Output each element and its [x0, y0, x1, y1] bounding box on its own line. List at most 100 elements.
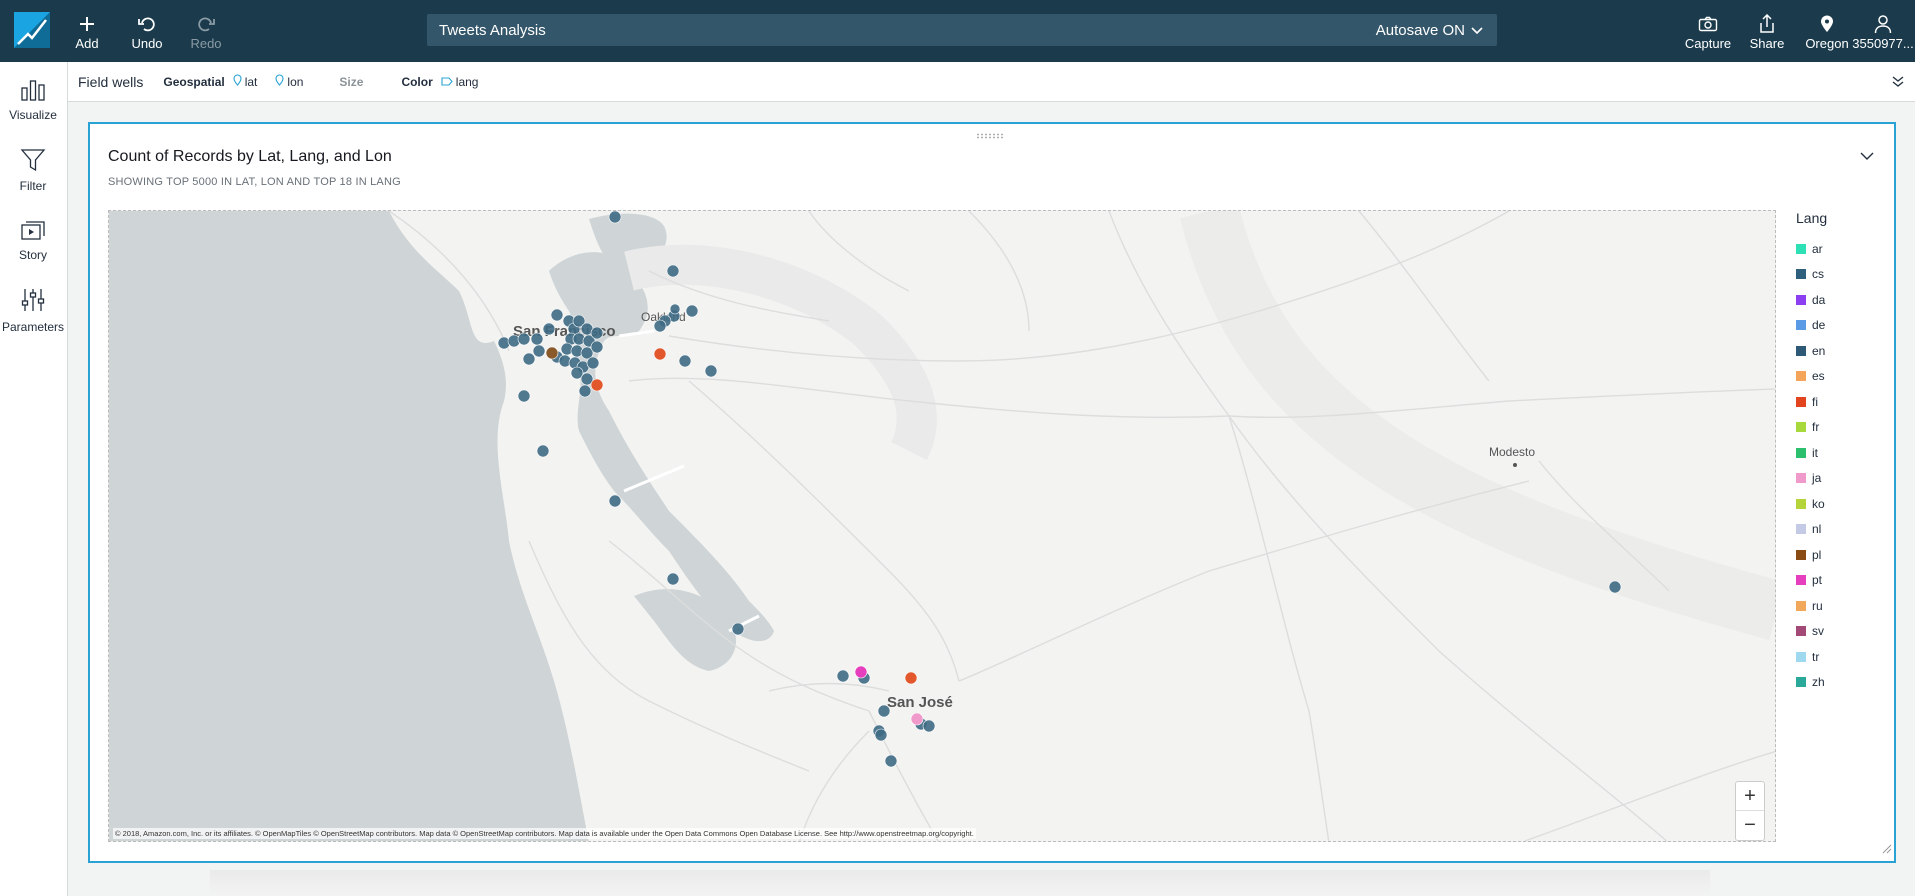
data-point[interactable]: [910, 712, 924, 726]
field-wells-label[interactable]: Field wells: [78, 74, 143, 90]
sidebar-item-parameters[interactable]: Parameters: [0, 280, 66, 340]
data-point[interactable]: [874, 728, 888, 742]
data-point[interactable]: [1608, 580, 1622, 594]
sidebar-item-filter[interactable]: Filter: [0, 140, 66, 200]
legend-item-cs[interactable]: cs: [1796, 262, 1886, 288]
data-point[interactable]: [517, 332, 531, 346]
data-point[interactable]: [578, 384, 592, 398]
legend-item-tr[interactable]: tr: [1796, 644, 1886, 670]
data-point[interactable]: [590, 326, 604, 340]
visual-title[interactable]: Count of Records by Lat, Lang, and Lon: [108, 148, 392, 166]
data-point[interactable]: [586, 356, 600, 370]
capture-label: Capture: [1684, 35, 1732, 51]
autosave-dropdown[interactable]: Autosave ON: [1376, 22, 1483, 39]
redo-button[interactable]: Redo: [189, 0, 223, 62]
data-point[interactable]: [653, 347, 667, 361]
sidebar-item-visualize[interactable]: Visualize: [0, 70, 66, 130]
data-point[interactable]: [532, 344, 546, 358]
data-point[interactable]: [608, 494, 622, 508]
capture-button[interactable]: Capture: [1683, 0, 1733, 62]
data-point[interactable]: [517, 389, 531, 403]
geospatial-well[interactable]: Geospatial lat lon: [163, 74, 303, 89]
data-point[interactable]: [884, 754, 898, 768]
data-point[interactable]: [922, 719, 936, 733]
legend-label: fi: [1812, 394, 1818, 409]
visual-card[interactable]: Count of Records by Lat, Lang, and Lon S…: [88, 122, 1896, 863]
legend-item-ar[interactable]: ar: [1796, 236, 1886, 262]
map-label-modesto: Modesto: [1489, 445, 1535, 459]
analysis-title-field[interactable]: Tweets Analysis Autosave ON: [427, 14, 1497, 46]
legend-item-pl[interactable]: pl: [1796, 542, 1886, 568]
legend-item-pt[interactable]: pt: [1796, 568, 1886, 594]
share-button[interactable]: Share: [1747, 0, 1787, 62]
data-point[interactable]: [550, 308, 564, 322]
legend-item-de[interactable]: de: [1796, 313, 1886, 339]
data-point[interactable]: [877, 704, 891, 718]
autosave-label: Autosave ON: [1375, 22, 1465, 39]
data-point[interactable]: [836, 669, 850, 683]
data-point[interactable]: [854, 665, 868, 679]
legend-label: da: [1812, 292, 1826, 307]
plus-icon: [78, 12, 96, 36]
zoom-in-button[interactable]: +: [1736, 782, 1764, 811]
expand-field-wells-icon[interactable]: [1891, 74, 1905, 91]
zoom-out-button[interactable]: −: [1736, 811, 1764, 840]
visual-menu-chevron-icon[interactable]: [1860, 148, 1874, 166]
legend-item-es[interactable]: es: [1796, 364, 1886, 390]
data-point[interactable]: [545, 346, 559, 360]
data-point[interactable]: [731, 622, 745, 636]
lon-field[interactable]: lon: [275, 74, 303, 89]
color-label: Color: [401, 74, 433, 89]
lang-field[interactable]: lang: [441, 75, 478, 89]
legend-item-fi[interactable]: fi: [1796, 389, 1886, 415]
undo-button[interactable]: Undo: [130, 0, 164, 62]
data-point[interactable]: [536, 444, 550, 458]
data-point[interactable]: [685, 304, 699, 318]
quicksight-logo[interactable]: [14, 12, 50, 48]
resize-handle-icon[interactable]: [1882, 841, 1892, 859]
data-point[interactable]: [590, 378, 604, 392]
data-point[interactable]: [542, 322, 556, 336]
analysis-title[interactable]: Tweets Analysis: [439, 22, 546, 39]
legend-title: Lang: [1796, 210, 1828, 226]
color-well[interactable]: Color lang: [401, 75, 478, 89]
add-button[interactable]: Add: [70, 0, 104, 62]
legend-item-it[interactable]: it: [1796, 440, 1886, 466]
legend-item-fr[interactable]: fr: [1796, 415, 1886, 441]
map-canvas[interactable]: San Francisco Oakland San José Modesto: [109, 211, 1776, 842]
drag-handle-icon[interactable]: [976, 126, 1006, 139]
data-point[interactable]: [522, 352, 536, 366]
data-point[interactable]: [608, 211, 622, 224]
legend-swatch: [1796, 473, 1806, 484]
region-button[interactable]: Oregon: [1805, 0, 1849, 62]
data-point[interactable]: [653, 319, 667, 333]
data-point[interactable]: [678, 354, 692, 368]
legend-item-ja[interactable]: ja: [1796, 466, 1886, 492]
size-well[interactable]: Size: [339, 75, 363, 89]
legend-item-da[interactable]: da: [1796, 287, 1886, 313]
data-point[interactable]: [666, 264, 680, 278]
legend-item-en[interactable]: en: [1796, 338, 1886, 364]
data-point[interactable]: [904, 671, 918, 685]
lat-field[interactable]: lat: [233, 74, 257, 89]
legend-item-sv[interactable]: sv: [1796, 619, 1886, 645]
data-point[interactable]: [666, 572, 680, 586]
data-point[interactable]: [530, 332, 544, 346]
legend-item-nl[interactable]: nl: [1796, 517, 1886, 543]
map-attribution[interactable]: © 2018, Amazon.com, Inc. or its affiliat…: [113, 828, 976, 839]
data-point[interactable]: [704, 364, 718, 378]
legend-item-zh[interactable]: zh: [1796, 670, 1886, 696]
data-point[interactable]: [669, 303, 681, 315]
account-button[interactable]: 3550977...: [1852, 0, 1914, 62]
data-points-ja[interactable]: [910, 712, 924, 726]
bar-chart-icon: [20, 79, 46, 104]
geospatial-map[interactable]: San Francisco Oakland San José Modesto: [108, 210, 1776, 842]
legend-item-ko[interactable]: ko: [1796, 491, 1886, 517]
sidebar-item-story[interactable]: Story: [0, 210, 66, 270]
sidebar-item-label: Parameters: [1, 319, 65, 334]
legend-label: fr: [1812, 420, 1820, 435]
data-points-pl[interactable]: [545, 346, 559, 360]
data-points-pt[interactable]: [854, 665, 868, 679]
legend-item-ru[interactable]: ru: [1796, 593, 1886, 619]
data-point[interactable]: [590, 340, 604, 354]
